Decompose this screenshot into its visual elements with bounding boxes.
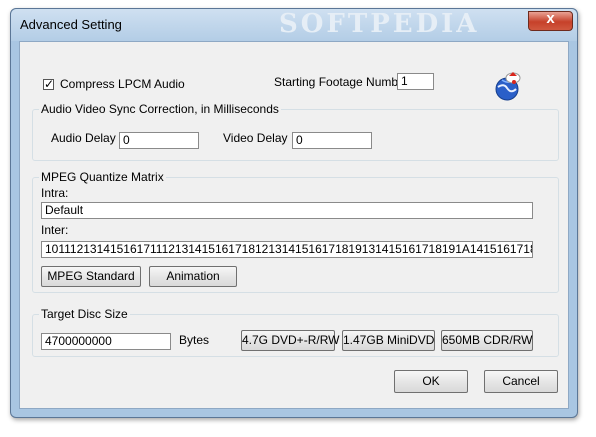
- check-mark-icon: ✓: [44, 77, 55, 91]
- intra-label: Intra:: [41, 186, 69, 200]
- starting-footage-label: Starting Footage Number: [274, 75, 409, 89]
- bytes-label: Bytes: [179, 333, 210, 347]
- target-disc-size-legend: Target Disc Size: [39, 307, 130, 321]
- intra-input[interactable]: Default: [41, 202, 533, 219]
- cdr-size-button[interactable]: 650MB CDR/RW: [441, 330, 533, 351]
- audio-delay-label: Audio Delay: [51, 131, 116, 145]
- compress-lpcm-label[interactable]: Compress LPCM Audio: [60, 77, 185, 91]
- inter-input[interactable]: 1011121314151617111213141516171812131415…: [41, 241, 533, 258]
- title-bar[interactable]: SOFTPEDIA Advanced Setting x: [11, 9, 577, 41]
- watermark: SOFTPEDIA: [279, 9, 480, 39]
- compress-lpcm-checkbox[interactable]: ✓: [43, 77, 55, 91]
- video-delay-label: Video Delay: [223, 131, 288, 145]
- sync-correction-group: Audio Video Sync Correction, in Millisec…: [32, 102, 559, 161]
- animation-button[interactable]: Animation: [149, 266, 237, 287]
- video-delay-input[interactable]: 0: [292, 132, 372, 149]
- mpeg-quantize-legend: MPEG Quantize Matrix: [39, 170, 166, 184]
- mpeg-quantize-group: MPEG Quantize Matrix Intra: Default Inte…: [32, 170, 559, 293]
- mpeg-standard-button[interactable]: MPEG Standard: [41, 266, 141, 287]
- inter-label: Inter:: [41, 223, 69, 237]
- ok-button[interactable]: OK: [394, 370, 468, 393]
- minidvd-size-button[interactable]: 1.47GB MiniDVD: [342, 330, 435, 351]
- cancel-button[interactable]: Cancel: [484, 370, 558, 393]
- window-title: Advanced Setting: [20, 17, 122, 32]
- disc-size-input[interactable]: 4700000000: [41, 333, 171, 350]
- starting-footage-input[interactable]: 1: [397, 73, 434, 90]
- close-icon: x: [546, 10, 555, 27]
- close-button[interactable]: x: [528, 10, 573, 31]
- audio-delay-input[interactable]: 0: [119, 132, 199, 149]
- sync-correction-legend: Audio Video Sync Correction, in Millisec…: [39, 102, 281, 116]
- globe-icon: [495, 72, 521, 101]
- dialog-body: ✓ Compress LPCM Audio Starting Footage N…: [19, 41, 569, 409]
- target-disc-size-group: Target Disc Size 4700000000 Bytes 4.7G D…: [32, 307, 559, 357]
- advanced-setting-dialog: SOFTPEDIA Advanced Setting x ✓ Compress …: [10, 8, 578, 418]
- dvd-size-button[interactable]: 4.7G DVD+-R/RW: [241, 330, 339, 351]
